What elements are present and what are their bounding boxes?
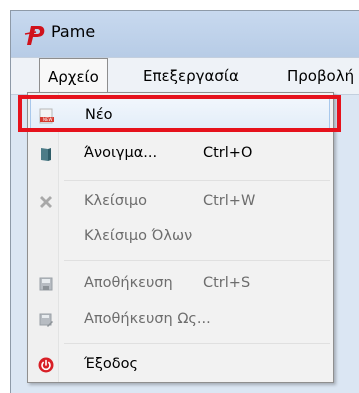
menu-separator <box>64 260 330 261</box>
menu-edit[interactable]: Επεξεργασία <box>135 58 247 94</box>
menu-bar: Αρχείο Επεξεργασία Προβολή <box>11 57 359 95</box>
menu-item-label: Κλείσιμο <box>84 193 148 209</box>
window-title: Pame <box>51 22 96 41</box>
menu-item-close-all[interactable]: Κλείσιμο Όλων <box>30 220 330 254</box>
menu-item-new[interactable]: NEW Νέο <box>30 98 330 132</box>
menu-item-exit[interactable]: Έξοδος <box>30 348 330 382</box>
menu-view[interactable]: Προβολή <box>279 58 359 94</box>
save-icon <box>38 276 54 292</box>
exit-power-icon <box>38 357 54 373</box>
menu-separator <box>64 180 330 181</box>
screenshot-root: Pame Αρχείο Επεξεργασία Προβολή NEW Νέο <box>0 0 359 393</box>
menu-item-shortcut: Ctrl+W <box>203 193 256 209</box>
menu-item-label: Κλείσιμο Όλων <box>84 228 193 244</box>
menu-item-shortcut: Ctrl+O <box>203 145 253 161</box>
menu-item-label: Αποθήκευση <box>84 275 173 291</box>
menu-file[interactable]: Αρχείο <box>39 58 108 95</box>
menu-item-label: Έξοδος <box>84 356 139 372</box>
file-dropdown-menu: NEW Νέο Άνοιγμα... Ctrl+O Κλείσιμο Ctrl+… <box>27 92 334 383</box>
menu-item-close[interactable]: Κλείσιμο Ctrl+W <box>30 185 330 219</box>
app-logo-icon <box>24 23 46 47</box>
close-x-icon <box>38 194 54 210</box>
svg-text:NEW: NEW <box>43 117 53 122</box>
menu-item-label: Άνοιγμα... <box>84 145 158 161</box>
new-file-icon: NEW <box>39 108 55 124</box>
menu-separator <box>64 343 330 344</box>
menu-item-save-as[interactable]: Αποθήκευση Ως... <box>30 303 330 337</box>
menu-item-shortcut: Ctrl+S <box>203 275 251 291</box>
title-bar[interactable]: Pame <box>11 11 359 57</box>
open-book-icon <box>38 146 54 162</box>
menu-item-save[interactable]: Αποθήκευση Ctrl+S <box>30 267 330 301</box>
save-as-icon <box>38 312 54 328</box>
menu-item-label: Αποθήκευση Ως... <box>84 311 211 327</box>
menu-item-open[interactable]: Άνοιγμα... Ctrl+O <box>30 137 330 171</box>
menu-item-label: Νέο <box>85 107 113 123</box>
